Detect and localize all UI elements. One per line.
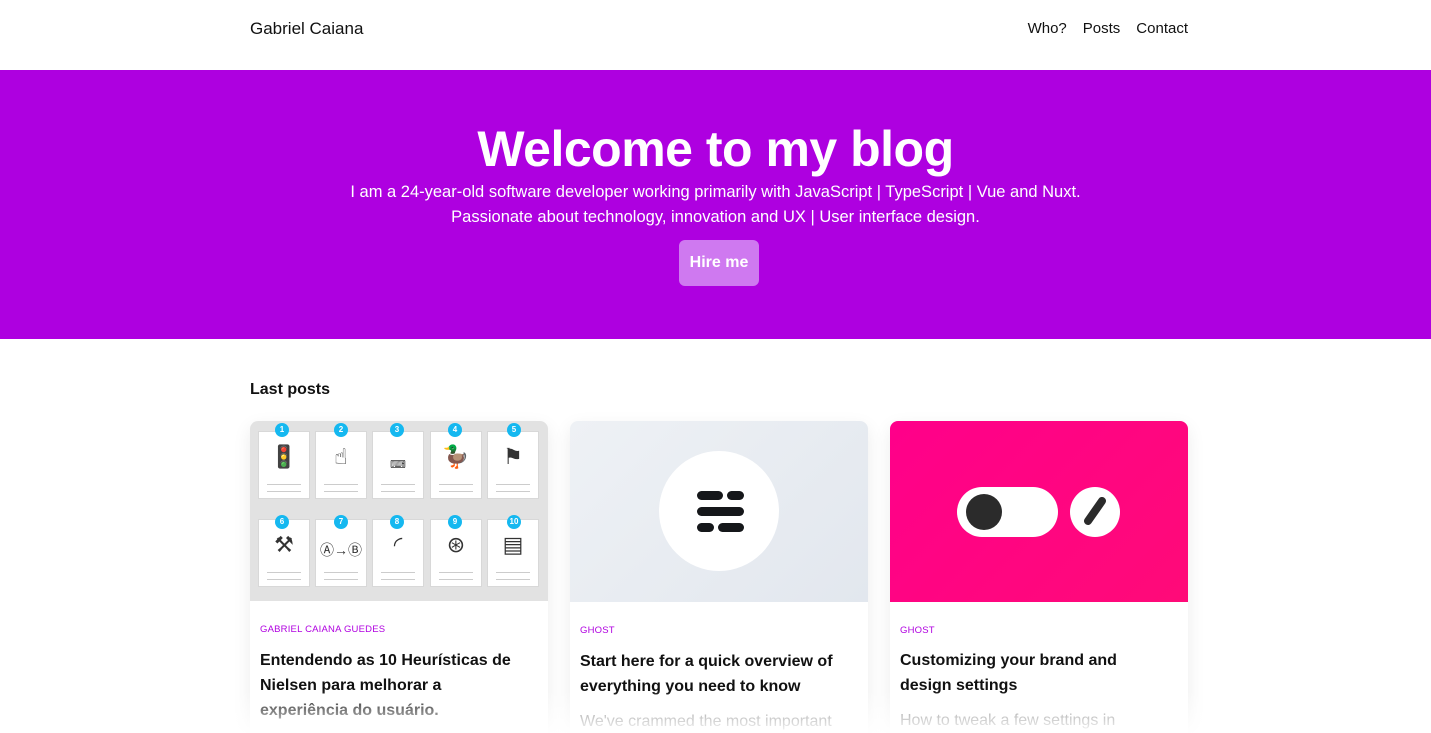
nav-posts[interactable]: Posts [1083, 20, 1121, 37]
hero-intro-line-1: I am a 24-year-old software developer wo… [350, 183, 1081, 201]
post-thumbnail-ghost-overview[interactable] [570, 421, 868, 602]
post-title[interactable]: Start here for a quick overview of every… [580, 649, 852, 699]
hero-title: Welcome to my blog [477, 121, 954, 177]
heuristic-number: 7 [334, 515, 348, 529]
nav-who[interactable]: Who? [1028, 20, 1067, 37]
keyboard-keys-icon: ⌨ [390, 459, 406, 471]
divider [439, 572, 473, 580]
post-title[interactable]: Customizing your brand and design settin… [900, 648, 1172, 698]
divider [496, 484, 530, 492]
pointer-hand-icon: ☝ [334, 444, 348, 469]
hire-me-button[interactable]: Hire me [679, 240, 759, 286]
post-card[interactable]: GHOST Start here for a quick overview of… [570, 421, 868, 733]
post-tag[interactable]: GHOST [580, 625, 615, 636]
heuristic-number: 5 [507, 423, 521, 437]
heuristic-tile: ☝ [315, 431, 367, 499]
heuristic-tile: ▤ [487, 519, 539, 587]
divider [267, 572, 301, 580]
post-card[interactable]: GHOST Customizing your brand and design … [890, 421, 1188, 733]
post-thumbnail-design-settings[interactable] [890, 421, 1188, 602]
post-title[interactable]: Entendendo as 10 Heurísticas de Nielsen … [260, 648, 532, 723]
site-brand[interactable]: Gabriel Caiana [250, 19, 363, 39]
post-thumbnail-heuristics[interactable]: 🚦 ☝ ⌨ 🦆 ⚑ ⚒ Ⓐ→Ⓑ ◜ ⊛ ▤ 1 2 3 4 5 6 7 8 9 … [250, 421, 548, 601]
heuristic-number: 2 [334, 423, 348, 437]
heuristic-number: 9 [448, 515, 462, 529]
ducks-icon: 🦆 [442, 444, 470, 469]
main-nav: Who? Posts Contact [1028, 20, 1188, 37]
post-card[interactable]: 🚦 ☝ ⌨ 🦆 ⚑ ⚒ Ⓐ→Ⓑ ◜ ⊛ ▤ 1 2 3 4 5 6 7 8 9 … [250, 421, 548, 733]
toggle-and-dial-icon [957, 487, 1120, 537]
heuristic-number: 10 [507, 515, 521, 529]
hero-intro-line-2: Passionate about technology, innovation … [451, 208, 980, 226]
ghost-logo-icon [659, 451, 779, 571]
a-to-b-icon: Ⓐ→Ⓑ [320, 542, 362, 558]
heuristic-tile: ⌨ [372, 431, 424, 499]
post-excerpt: How to tweak a few settings in [900, 712, 1116, 729]
tools-icon: ⚒ [274, 532, 294, 557]
last-posts-heading: Last posts [250, 381, 331, 398]
heuristic-tile: Ⓐ→Ⓑ [315, 519, 367, 587]
divider [496, 572, 530, 580]
divider [381, 572, 415, 580]
post-tag[interactable]: GHOST [900, 625, 935, 636]
heuristic-number: 6 [275, 515, 289, 529]
divider [267, 484, 301, 492]
heuristic-tile: ⊛ [430, 519, 482, 587]
document-icon: ▤ [502, 532, 524, 557]
divider [324, 572, 358, 580]
heuristic-tile: ⚑ [487, 431, 539, 499]
divider [324, 484, 358, 492]
traffic-light-icon: 🚦 [270, 444, 298, 469]
spiral-icon: ◜ [393, 532, 403, 557]
signpost-icon: ⚑ [503, 444, 523, 469]
heuristic-number: 1 [275, 423, 289, 437]
hero-banner: Welcome to my blog I am a 24-year-old so… [0, 70, 1431, 339]
heuristic-number: 3 [390, 423, 404, 437]
post-excerpt: We've crammed the most important [580, 713, 832, 730]
post-author-tag[interactable]: GABRIEL CAIANA GUEDES [260, 624, 385, 635]
divider [381, 484, 415, 492]
heuristic-tile: 🚦 [258, 431, 310, 499]
nav-contact[interactable]: Contact [1136, 20, 1188, 37]
heuristic-number: 4 [448, 423, 462, 437]
heuristic-number: 8 [390, 515, 404, 529]
lifebuoy-icon: ⊛ [446, 532, 466, 557]
heuristic-tile: 🦆 [430, 431, 482, 499]
hero-intro: I am a 24-year-old software developer wo… [0, 180, 1431, 230]
heuristic-tile: ⚒ [258, 519, 310, 587]
divider [439, 484, 473, 492]
top-bar: Gabriel Caiana Who? Posts Contact [0, 0, 1431, 70]
heuristic-tile: ◜ [372, 519, 424, 587]
